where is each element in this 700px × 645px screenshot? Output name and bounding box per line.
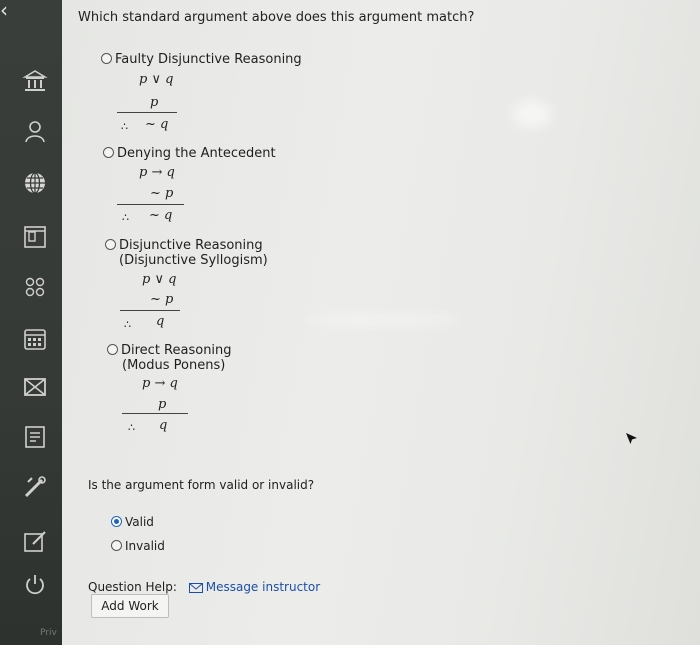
conclusion: q [156,314,165,329]
conclusion: ~ q [145,117,169,132]
tools-icon[interactable] [22,474,48,500]
premise-1: p ∨ q [139,72,174,87]
option-label: Valid [125,515,154,529]
document-icon[interactable] [22,424,48,450]
sidebar-footer-text: Priv [40,628,57,638]
gradebook-icon[interactable] [22,224,48,250]
option-label: Invalid [125,539,165,553]
option-direct-reasoning[interactable]: Direct Reasoning [107,343,232,358]
inference-line [120,310,180,311]
option-label: Denying the Antecedent [117,146,276,161]
people-icon[interactable] [22,274,48,300]
option-disjunctive-reasoning[interactable]: Disjunctive Reasoning [105,238,263,253]
inference-line [117,204,184,205]
inference-line [122,413,188,414]
option-invalid[interactable]: Invalid [111,539,165,553]
option-sublabel: (Modus Ponens) [122,358,226,373]
premise-1: p → q [142,376,178,391]
premise-1: p → q [139,165,175,180]
back-chevron-icon[interactable]: ‹ [0,0,8,22]
option-label: Faulty Disjunctive Reasoning [115,52,302,67]
premise-2: ~ p [150,186,174,201]
inference-line [117,112,177,113]
question-panel: Which standard argument above does this … [62,0,700,645]
mouse-cursor-icon [626,433,637,444]
edit-icon[interactable] [22,528,48,554]
premise-1: p ∨ q [142,272,177,287]
sidebar: ‹ Priv [0,0,62,645]
globe-icon[interactable] [22,170,48,196]
therefore-symbol: ∴ [121,120,128,133]
premise-2: p [150,95,159,110]
therefore-symbol: ∴ [122,211,129,224]
option-sublabel: (Disjunctive Syllogism) [119,253,268,268]
valid-radio[interactable] [111,516,122,527]
therefore-symbol: ∴ [124,318,131,331]
option-radio[interactable] [105,239,116,250]
premise-2: ~ p [150,292,174,307]
question-help-label: Question Help: [88,580,177,594]
question-text: Which standard argument above does this … [78,10,475,25]
conclusion: ~ q [149,208,173,223]
mail-icon[interactable] [22,374,48,400]
add-work-button[interactable]: Add Work [91,594,169,618]
option-valid[interactable]: Valid [111,515,154,529]
calendar-icon[interactable] [22,326,48,352]
user-icon[interactable] [22,118,48,144]
option-radio[interactable] [107,344,118,355]
premise-2: p [158,397,167,412]
option-radio[interactable] [103,147,114,158]
envelope-icon [188,582,203,596]
institution-icon[interactable] [22,68,48,94]
option-label: Direct Reasoning [121,343,232,358]
option-label: Disjunctive Reasoning [119,238,263,253]
conclusion: q [159,418,168,433]
message-instructor-link[interactable]: Message instructor [206,580,320,594]
screen-glare [302,316,462,324]
screen-glare [512,100,552,128]
therefore-symbol: ∴ [128,421,135,434]
option-radio[interactable] [101,53,112,64]
validity-question: Is the argument form valid or invalid? [88,478,315,492]
option-denying-antecedent[interactable]: Denying the Antecedent [103,146,276,161]
power-icon[interactable] [22,572,48,598]
option-faulty-disjunctive[interactable]: Faulty Disjunctive Reasoning [101,52,302,67]
invalid-radio[interactable] [111,540,122,551]
